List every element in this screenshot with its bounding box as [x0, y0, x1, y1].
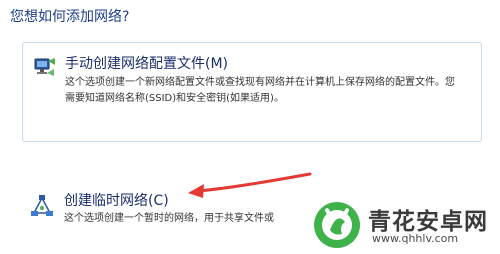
manual-network-profile-title: 手动创建网络配置文件(M) — [65, 56, 229, 72]
watermark-logo-icon — [314, 202, 360, 248]
annotation-arrow-head — [188, 184, 204, 198]
watermark: 青花安卓网 www.qhhlv.com — [308, 196, 498, 254]
watermark-url: www.qhhlv.com — [372, 232, 459, 245]
manual-network-profile-description: 这个选项创建一个新网络配置文件或查找现有网络并在计算机上保存网络的配置文件。您需… — [65, 77, 455, 104]
network-adapter-icon — [33, 55, 57, 79]
manual-network-profile-option[interactable]: 手动创建网络配置文件(M) 这个选项创建一个新网络配置文件或查找现有网络并在计算… — [22, 42, 482, 142]
watermark-site-name: 青花安卓网 — [368, 209, 488, 235]
add-network-heading: 您想如何添加网络? — [10, 9, 130, 25]
annotation-arrow — [188, 172, 312, 198]
ad-hoc-network-icon — [30, 194, 54, 218]
annotation-arrow-shaft — [196, 172, 312, 193]
ad-hoc-network-title: 创建临时网络(C) — [64, 193, 169, 209]
